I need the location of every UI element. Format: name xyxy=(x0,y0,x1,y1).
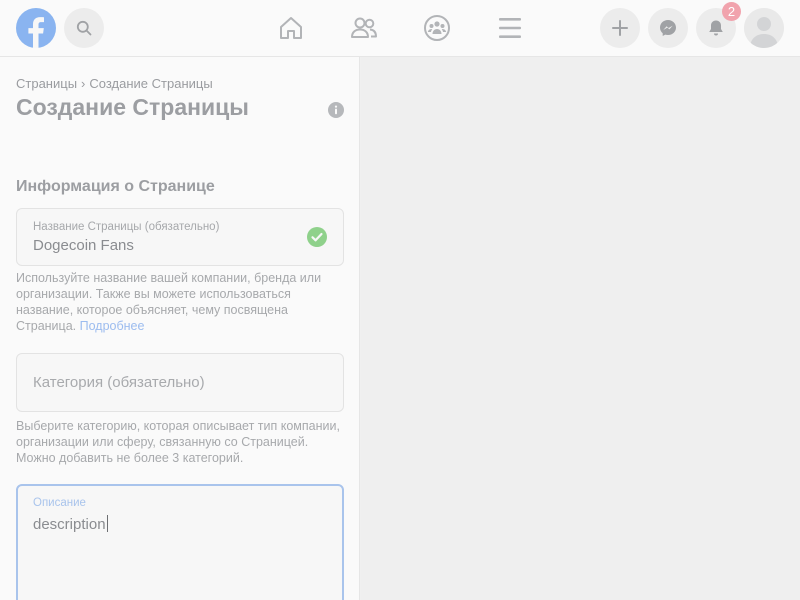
nav-menu-button[interactable] xyxy=(494,12,526,44)
info-icon[interactable] xyxy=(328,102,344,118)
search-button[interactable] xyxy=(64,8,104,48)
nav-home-button[interactable] xyxy=(275,12,307,44)
breadcrumb-current: Создание Страницы xyxy=(89,76,213,91)
breadcrumb: Страницы › Создание Страницы xyxy=(16,76,213,91)
notifications-badge: 2 xyxy=(722,2,741,21)
category-helper: Выберите категорию, которая описывает ти… xyxy=(16,419,340,465)
description-textarea[interactable]: description xyxy=(33,515,333,533)
page-name-helper-text: Используйте название вашей компании, бре… xyxy=(16,271,322,333)
category-input[interactable]: Категория (обязательно) xyxy=(33,374,205,391)
create-button[interactable] xyxy=(600,8,640,48)
plus-icon xyxy=(612,20,628,36)
search-icon xyxy=(76,20,92,36)
groups-icon xyxy=(424,15,450,41)
create-page-panel: Страницы › Создание Страницы Создание Стра… xyxy=(0,57,360,600)
avatar[interactable] xyxy=(744,8,784,48)
breadcrumb-pages-link[interactable]: Страницы xyxy=(16,76,77,91)
page-name-label: Название Страницы (обязательно) xyxy=(33,221,220,233)
friends-icon xyxy=(351,17,377,38)
text-cursor xyxy=(106,515,108,532)
nav-groups-button[interactable] xyxy=(421,12,453,44)
page-title: Создание Страницы xyxy=(16,94,249,120)
description-text: description xyxy=(33,516,106,533)
page-preview-area xyxy=(361,57,800,600)
facebook-logo-icon[interactable] xyxy=(16,8,56,48)
section-title: Информация о Странице xyxy=(16,178,215,195)
learn-more-link[interactable]: Подробнее xyxy=(80,319,145,333)
page-name-field[interactable]: Название Страницы (обязательно) Dogecoin… xyxy=(16,208,344,266)
description-field[interactable]: Описание description xyxy=(16,484,344,600)
page-name-helper: Используйте название вашей компании, бре… xyxy=(16,270,346,334)
messenger-icon xyxy=(660,20,676,36)
menu-icon xyxy=(499,18,521,38)
top-navigation-bar: 2 xyxy=(0,0,800,57)
messenger-button[interactable] xyxy=(648,8,688,48)
home-icon xyxy=(280,17,302,39)
category-field[interactable]: Категория (обязательно) xyxy=(16,353,344,412)
description-label: Описание xyxy=(33,497,86,509)
user-avatar-icon xyxy=(744,8,784,48)
page-name-input[interactable]: Dogecoin Fans xyxy=(33,237,134,254)
nav-friends-button[interactable] xyxy=(348,12,380,44)
bell-icon xyxy=(709,20,723,36)
breadcrumb-separator: › xyxy=(81,76,86,91)
check-circle-icon xyxy=(307,227,327,247)
